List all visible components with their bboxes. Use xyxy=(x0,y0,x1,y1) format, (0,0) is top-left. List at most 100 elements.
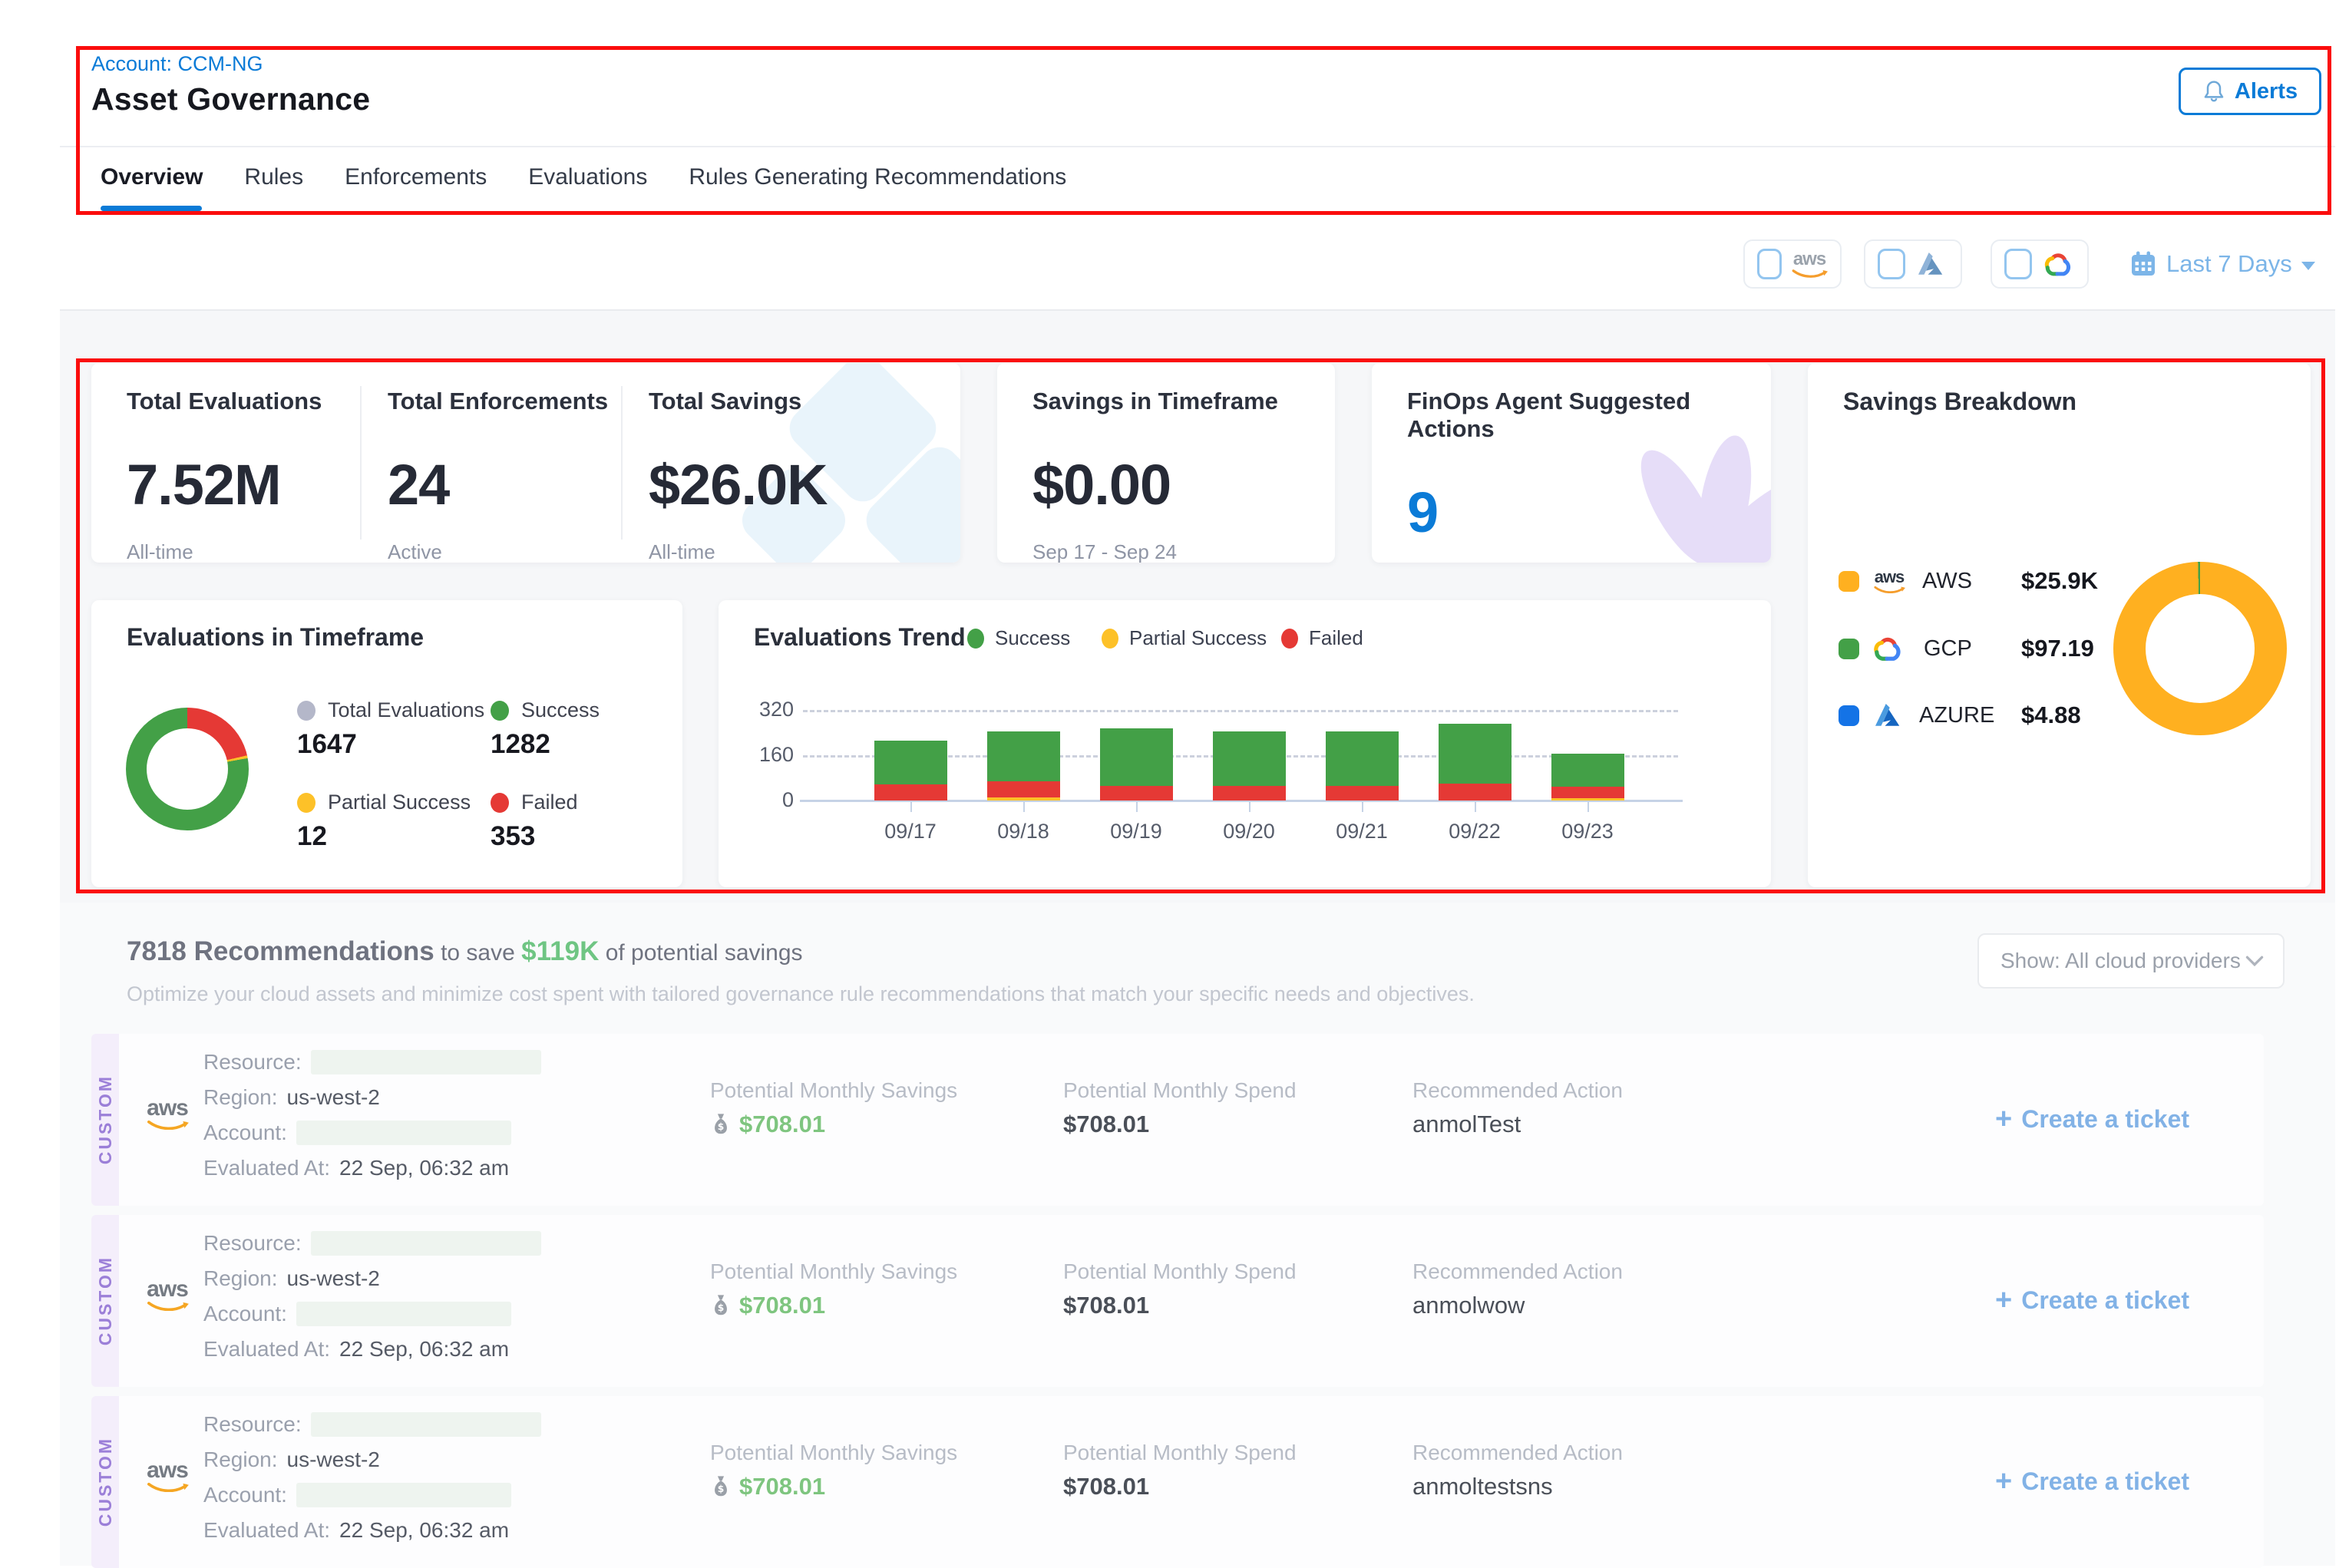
date-range-selector[interactable]: Last 7 Days xyxy=(2129,239,2315,289)
stacked-bar-09/21 xyxy=(1326,731,1399,801)
evaluated-at-label: Evaluated At: xyxy=(203,1518,330,1543)
resource-info: Resource: Region:us-west-2 Account: Eval… xyxy=(203,1226,541,1367)
azure-legend-chip xyxy=(1839,705,1859,726)
gcp-filter-toggle[interactable] xyxy=(1991,239,2089,289)
x-axis-tick-label: 09/17 xyxy=(864,820,956,843)
total-evaluations-count: 1647 xyxy=(297,729,357,760)
aws-legend-value: $25.9K xyxy=(2021,567,2098,595)
alerts-button[interactable]: Alerts xyxy=(2179,68,2321,115)
y-axis-tick-label: 160 xyxy=(725,743,794,767)
summary-stats-card: Total Evaluations 7.52M All-time Total E… xyxy=(91,363,960,563)
tab-enforcements[interactable]: Enforcements xyxy=(345,164,487,190)
finops-agent-title: FinOps Agent Suggested Actions xyxy=(1407,388,1771,443)
total-evaluations-title: Total Evaluations xyxy=(127,388,322,415)
account-label: Account: xyxy=(203,1302,287,1326)
gcp-checkbox[interactable] xyxy=(2004,249,2032,279)
partial-success-dot xyxy=(1102,629,1118,649)
redacted-resource-value xyxy=(311,1412,541,1437)
date-range-label: Last 7 Days xyxy=(2166,250,2292,278)
potential-monthly-spend-label: Potential Monthly Spend xyxy=(1063,1259,1297,1284)
recommendations-count: 7818 Recommendations xyxy=(127,936,434,966)
evaluations-timeframe-card: Evaluations in Timeframe Total Evaluatio… xyxy=(91,600,682,887)
success-segment xyxy=(987,731,1060,781)
stat-divider xyxy=(621,386,623,540)
partial-success-label: Partial Success xyxy=(1129,626,1267,650)
total-enforcements-title: Total Enforcements xyxy=(388,388,608,415)
svg-text:$: $ xyxy=(718,1302,725,1313)
y-axis-tick-label: 0 xyxy=(725,788,794,812)
failed-segment xyxy=(1551,787,1624,798)
cloud-provider-filter-label: Show: All cloud providers xyxy=(2000,949,2241,973)
recommended-action-value: anmolwow xyxy=(1412,1292,1525,1319)
failed-segment xyxy=(1439,784,1511,801)
redacted-account-value xyxy=(296,1121,511,1145)
tab-bar: Overview Rules Enforcements Evaluations … xyxy=(101,164,1066,190)
create-ticket-button[interactable]: + Create a ticket xyxy=(1995,1104,2189,1134)
partial-success-segment xyxy=(987,797,1060,801)
azure-icon xyxy=(1915,250,1945,278)
potential-monthly-savings-value: $ $708.01 xyxy=(710,1473,825,1500)
y-axis-tick-label: 320 xyxy=(725,698,794,721)
evaluated-at-value: 22 Sep, 06:32 am xyxy=(339,1337,509,1362)
recommended-action-label: Recommended Action xyxy=(1412,1078,1623,1103)
success-segment xyxy=(1213,731,1286,785)
custom-tag: CUSTOM xyxy=(91,1034,119,1206)
region-label: Region: xyxy=(203,1448,278,1472)
failed-label: Failed xyxy=(1309,626,1363,650)
aws-legend-name: AWS xyxy=(1922,569,1972,594)
total-evaluations-dot xyxy=(297,701,316,721)
resource-label: Resource: xyxy=(203,1412,302,1437)
svg-text:$: $ xyxy=(718,1121,725,1132)
success-segment xyxy=(1100,728,1173,786)
aws-filter-toggle[interactable]: aws xyxy=(1743,239,1842,289)
stacked-bar-09/17 xyxy=(874,741,947,801)
tab-evaluations[interactable]: Evaluations xyxy=(528,164,647,190)
aws-icon: aws xyxy=(145,1278,190,1311)
stacked-bar-09/22 xyxy=(1439,724,1511,801)
azure-filter-toggle[interactable] xyxy=(1864,239,1962,289)
trend-legend-success: Success xyxy=(967,626,1070,650)
stacked-bar-09/20 xyxy=(1213,731,1286,801)
gcp-legend-name: GCP xyxy=(1924,636,1972,662)
money-bag-icon: $ xyxy=(710,1113,732,1136)
aws-checkbox[interactable] xyxy=(1757,249,1782,279)
create-ticket-button[interactable]: + Create a ticket xyxy=(1995,1286,2189,1315)
region-value: us-west-2 xyxy=(287,1085,380,1110)
savings-timeframe-value: $0.00 xyxy=(1032,452,1278,517)
alerts-label: Alerts xyxy=(2235,79,2298,104)
azure-legend-name: AZURE xyxy=(1919,703,1994,728)
total-evaluations-value: 7.52M xyxy=(127,452,322,517)
aws-legend-chip xyxy=(1839,571,1859,592)
potential-monthly-savings-label: Potential Monthly Savings xyxy=(710,1078,957,1103)
calendar-icon xyxy=(2129,250,2157,278)
evaluated-at-label: Evaluated At: xyxy=(203,1337,330,1362)
success-label: Success xyxy=(521,698,600,722)
redacted-account-value xyxy=(296,1483,511,1507)
cloud-provider-filter-dropdown[interactable]: Show: All cloud providers xyxy=(1977,933,2285,989)
legend-item-aws: aws AWS $25.9K xyxy=(1839,564,1972,598)
create-ticket-button[interactable]: + Create a ticket xyxy=(1995,1467,2189,1496)
gcp-legend-value: $97.19 xyxy=(2021,635,2094,662)
evaluations-donut-chart xyxy=(126,708,249,830)
savings-breakdown-card: Savings Breakdown aws AWS $25.9K GCP $97… xyxy=(1808,363,2311,887)
azure-checkbox[interactable] xyxy=(1878,249,1905,279)
stacked-bar-09/23 xyxy=(1551,754,1624,801)
failed-count: 353 xyxy=(491,821,535,852)
svg-text:$: $ xyxy=(718,1484,725,1494)
tab-rules[interactable]: Rules xyxy=(244,164,303,190)
evaluated-at-value: 22 Sep, 06:32 am xyxy=(339,1156,509,1180)
failed-segment xyxy=(1100,786,1173,801)
total-savings-value: $26.0K xyxy=(649,452,828,517)
donut-hole xyxy=(2146,594,2255,703)
tab-overview[interactable]: Overview xyxy=(101,164,203,190)
resource-label: Resource: xyxy=(203,1050,302,1074)
azure-legend-value: $4.88 xyxy=(2021,701,2081,729)
account-breadcrumb-link[interactable]: Account: CCM-NG xyxy=(91,52,263,76)
recommendations-subtitle: Optimize your cloud assets and minimize … xyxy=(127,982,1475,1006)
x-axis-tick-label: 09/23 xyxy=(1541,820,1634,843)
redacted-account-value xyxy=(296,1302,511,1326)
savings-in-timeframe-card: Savings in Timeframe $0.00 Sep 17 - Sep … xyxy=(997,363,1335,563)
tab-rules-generating-recommendations[interactable]: Rules Generating Recommendations xyxy=(689,164,1066,190)
total-enforcements-value: 24 xyxy=(388,452,608,517)
x-axis-tick xyxy=(910,802,912,812)
